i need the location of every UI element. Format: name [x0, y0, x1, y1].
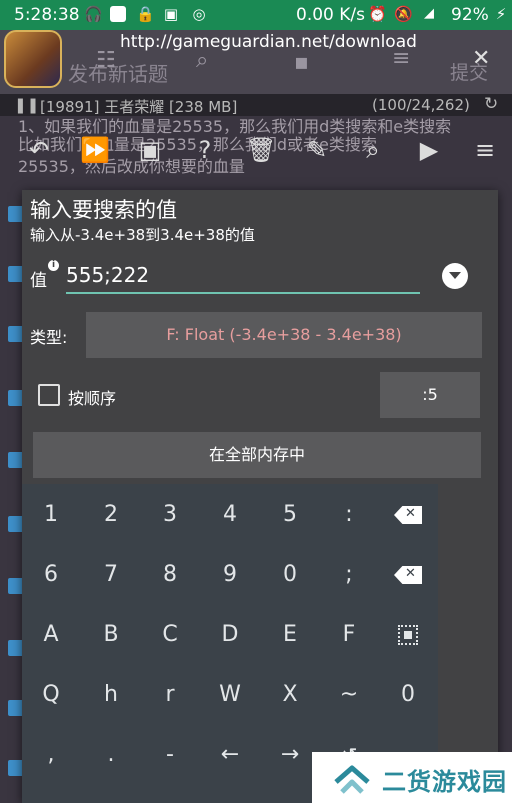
alarm-icon: ⏰	[368, 5, 387, 23]
search-value-input[interactable]	[66, 258, 420, 294]
memory-range-button[interactable]: 在全部内存中	[33, 432, 481, 478]
clear-icon[interactable]	[382, 550, 434, 600]
play-icon[interactable]: ▶	[414, 136, 444, 164]
dialog-subtitle: 输入从-3.4e+38到3.4e+38的值	[30, 226, 255, 244]
save-icon[interactable]: ▣	[135, 136, 165, 164]
key-comma[interactable]: ,	[25, 730, 77, 780]
key-1[interactable]: 1	[25, 490, 77, 540]
list-icon[interactable]: ≡	[392, 46, 410, 71]
in-order-checkbox[interactable]	[38, 384, 60, 406]
key-w[interactable]: W	[204, 670, 256, 720]
dialog-title: 输入要搜索的值	[30, 198, 177, 222]
key-h[interactable]: h	[85, 670, 137, 720]
search-help-icon[interactable]: ?	[190, 136, 220, 164]
download-url: http://gameguardian.net/download	[120, 32, 417, 52]
key-c[interactable]: C	[144, 610, 196, 660]
gg-toolbar: ↶ ⏩ ▣ ? 🗑 ✎ ⌕ ▶ ≡	[0, 128, 512, 176]
key-q[interactable]: Q	[25, 670, 77, 720]
camera-icon[interactable]: ▪	[294, 50, 309, 75]
key-colon[interactable]: :	[323, 490, 375, 540]
app-icon	[110, 6, 126, 22]
select-all-icon[interactable]	[382, 610, 434, 660]
key-b[interactable]: B	[85, 610, 137, 660]
value-label: 值	[30, 271, 47, 291]
key-e[interactable]: E	[264, 610, 316, 660]
edit-icon[interactable]: ✎	[302, 136, 332, 164]
key-f[interactable]: F	[323, 610, 375, 660]
signal-4g-icon: ◢	[424, 6, 434, 21]
fast-forward-icon[interactable]: ⏩	[80, 136, 110, 164]
sliders-icon[interactable]: ☷	[96, 48, 116, 73]
watermark: 二货游戏园	[312, 752, 512, 803]
key-r[interactable]: r	[144, 670, 196, 720]
type-select[interactable]: F: Float (-3.4e+38 - 3.4e+38)	[86, 312, 482, 358]
battery-charging-icon: ⚡	[495, 5, 507, 23]
key-a[interactable]: A	[25, 610, 77, 660]
cursor-left-key[interactable]: ←	[204, 730, 256, 780]
game-avatar-icon[interactable]	[4, 30, 62, 88]
key-tilde[interactable]: ~	[323, 670, 375, 720]
mute-icon: 🔕	[394, 5, 413, 23]
key-d[interactable]: D	[204, 610, 256, 660]
process-bar[interactable]: ❚❚ [19891] 王者荣耀 [238 MB] (100/24,262) ↻	[0, 94, 512, 116]
search-icon[interactable]: ⌕	[196, 48, 208, 73]
info-icon[interactable]: i	[48, 260, 59, 271]
background-title: 发布新话题	[68, 62, 168, 86]
key-6[interactable]: 6	[25, 550, 77, 600]
backspace-icon[interactable]	[382, 490, 434, 540]
range-count-field[interactable]: :5	[380, 372, 480, 418]
lock-icon: 🔒	[136, 5, 155, 23]
headset-icon: 🎧	[84, 5, 103, 23]
undo-icon[interactable]: ↶	[24, 136, 54, 164]
watermark-logo-icon	[334, 765, 370, 794]
type-label: 类型:	[30, 328, 68, 347]
key-0[interactable]: 0	[264, 550, 316, 600]
process-count: (100/24,262)	[372, 96, 470, 114]
network-speed: 0.00 K/s	[296, 5, 365, 25]
key-9[interactable]: 9	[204, 550, 256, 600]
key-x[interactable]: X	[264, 670, 316, 720]
key-semicolon[interactable]: ;	[323, 550, 375, 600]
key-8[interactable]: 8	[144, 550, 196, 600]
key-3[interactable]: 3	[144, 490, 196, 540]
submit-label[interactable]: 提交	[450, 58, 488, 85]
menu-icon[interactable]: ≡	[470, 136, 500, 164]
key-zero-right[interactable]: 0	[382, 670, 434, 720]
key-minus[interactable]: -	[144, 730, 196, 780]
cursor-right-key[interactable]: →	[264, 730, 316, 780]
history-dropdown-button[interactable]	[442, 263, 468, 289]
process-name: [19891] 王者荣耀 [238 MB]	[40, 98, 238, 116]
game-icon: ◎	[192, 5, 206, 23]
battery-level: 92%	[451, 5, 489, 25]
key-4[interactable]: 4	[204, 490, 256, 540]
key-5[interactable]: 5	[264, 490, 316, 540]
status-bar: 5:28:38 🎧 🔒 ▣ ◎ 0.00 K/s ⏰ 🔕 ◢ 92% ⚡	[0, 0, 512, 30]
pause-icon[interactable]: ❚❚	[14, 96, 39, 114]
refresh-icon[interactable]: ↻	[484, 94, 498, 114]
key-period[interactable]: .	[85, 730, 137, 780]
key-2[interactable]: 2	[85, 490, 137, 540]
search-icon[interactable]: ⌕	[358, 136, 388, 164]
image-icon: ▣	[163, 5, 179, 23]
status-time: 5:28:38	[14, 5, 80, 25]
delete-icon[interactable]: 🗑	[246, 136, 276, 164]
in-order-label[interactable]: 按顺序	[68, 385, 116, 409]
watermark-text: 二货游戏园	[382, 768, 507, 796]
key-7[interactable]: 7	[85, 550, 137, 600]
